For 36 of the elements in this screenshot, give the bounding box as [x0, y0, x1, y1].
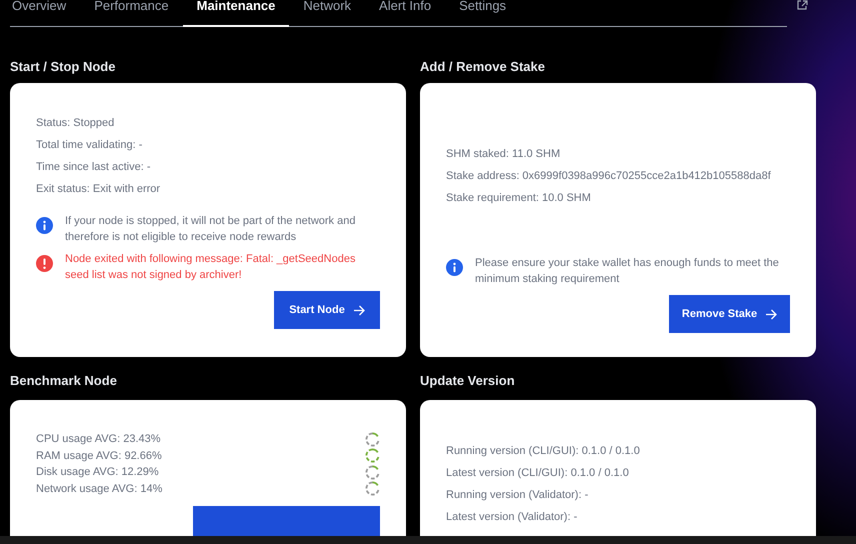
info-text: Time since last active: - [36, 160, 152, 175]
tab[interactable]: Settings [445, 0, 520, 27]
section-heading: Start / Stop Node [10, 59, 116, 75]
section-heading: Update Version [420, 373, 516, 389]
metric-text: Disk usage AVG: 12.29% [36, 465, 159, 480]
info-message: If your node is stopped, it will not be part of the network and therefore is not eligible to receive node rewards [65, 214, 356, 245]
arrow-right-icon [352, 304, 365, 316]
metric-text: Network usage AVG: 14% [36, 482, 162, 496]
info-text: Latest version (CLI/GUI): 0.1.0 / 0.1.0 [446, 466, 630, 481]
remove-stake-button[interactable]: Remove Stake [669, 295, 790, 333]
tab[interactable]: Overview [10, 0, 80, 27]
alert-icon [36, 255, 53, 272]
info-text: Stake address: 0x6999f0398a996c70255cce2a1b412b105588da8f [446, 169, 772, 184]
metric-text: CPU usage AVG: 23.43% [36, 432, 161, 447]
info-text: Stake requirement: 10.0 SHM [446, 191, 592, 206]
info-text: Exit status: Exit with error [36, 182, 162, 197]
section-heading: Benchmark Node [10, 373, 118, 389]
section-heading: Add / Remove Stake [420, 59, 546, 75]
info-icon [446, 259, 463, 276]
info-text: SHM staked: 11.0 SHM [446, 147, 562, 162]
arrow-right-icon [765, 308, 778, 320]
info-message: Please ensure your stake wallet has enough funds to meet the minimum staking requirement [475, 256, 780, 287]
exit-icon[interactable] [797, 0, 808, 10]
metric-text: RAM usage AVG: 92.66% [36, 448, 162, 464]
info-text: Latest version (Validator): - [446, 510, 578, 525]
info-text: Running version (Validator): - [446, 488, 590, 503]
info-text: Total time validating: - [36, 138, 144, 153]
tab[interactable]: Performance [80, 0, 183, 27]
error-message: Node exited with following message: Fatal: _getSeedNodes seed list was not signed by archiver! [65, 252, 356, 283]
tab[interactable]: Alert Info [365, 0, 446, 27]
start-node-button[interactable]: Start Node [274, 291, 380, 329]
info-text: Status: Stopped [36, 116, 116, 131]
info-text: Running version (CLI/GUI): 0.1.0 / 0.1.0 [446, 444, 641, 459]
info-icon [36, 217, 53, 234]
tab[interactable]: Maintenance [182, 0, 290, 27]
tab[interactable]: Network [289, 0, 366, 27]
